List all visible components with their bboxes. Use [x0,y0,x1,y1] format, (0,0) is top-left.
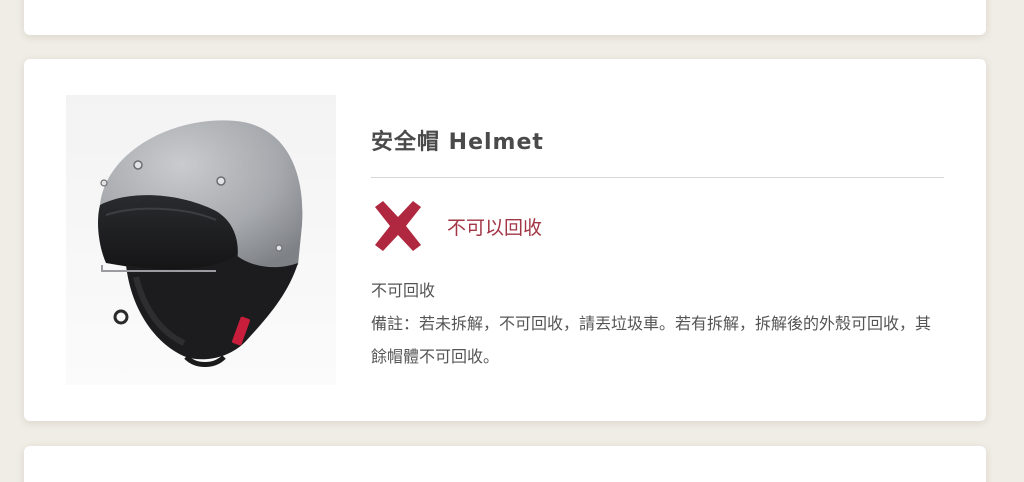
page: 安全帽 Helmet 不可以回收 不可回收 備註：若未拆解，不可回收，請丟垃圾車… [0,0,1024,482]
recycle-status: 不可以回收 [371,198,944,254]
helmet-illustration [66,95,336,385]
item-info: 安全帽 Helmet 不可以回收 不可回收 備註：若未拆解，不可回收，請丟垃圾車… [371,117,944,373]
helmet-image [66,95,336,385]
item-description: 不可回收 備註：若未拆解，不可回收，請丟垃圾車。若有拆解，拆解後的外殼可回收，其… [371,274,944,373]
x-icon [375,201,421,251]
previous-item-card [24,0,986,35]
item-title: 安全帽 Helmet [371,130,544,155]
next-item-card [24,446,986,482]
divider [371,177,944,178]
status-label: 不可以回收 [447,216,543,239]
item-card: 安全帽 Helmet 不可以回收 不可回收 備註：若未拆解，不可回收，請丟垃圾車… [24,59,986,421]
description-note: 備註：若未拆解，不可回收，請丟垃圾車。若有拆解，拆解後的外殼可回收，其餘帽體不可… [371,314,932,366]
description-summary: 不可回收 [371,281,436,300]
